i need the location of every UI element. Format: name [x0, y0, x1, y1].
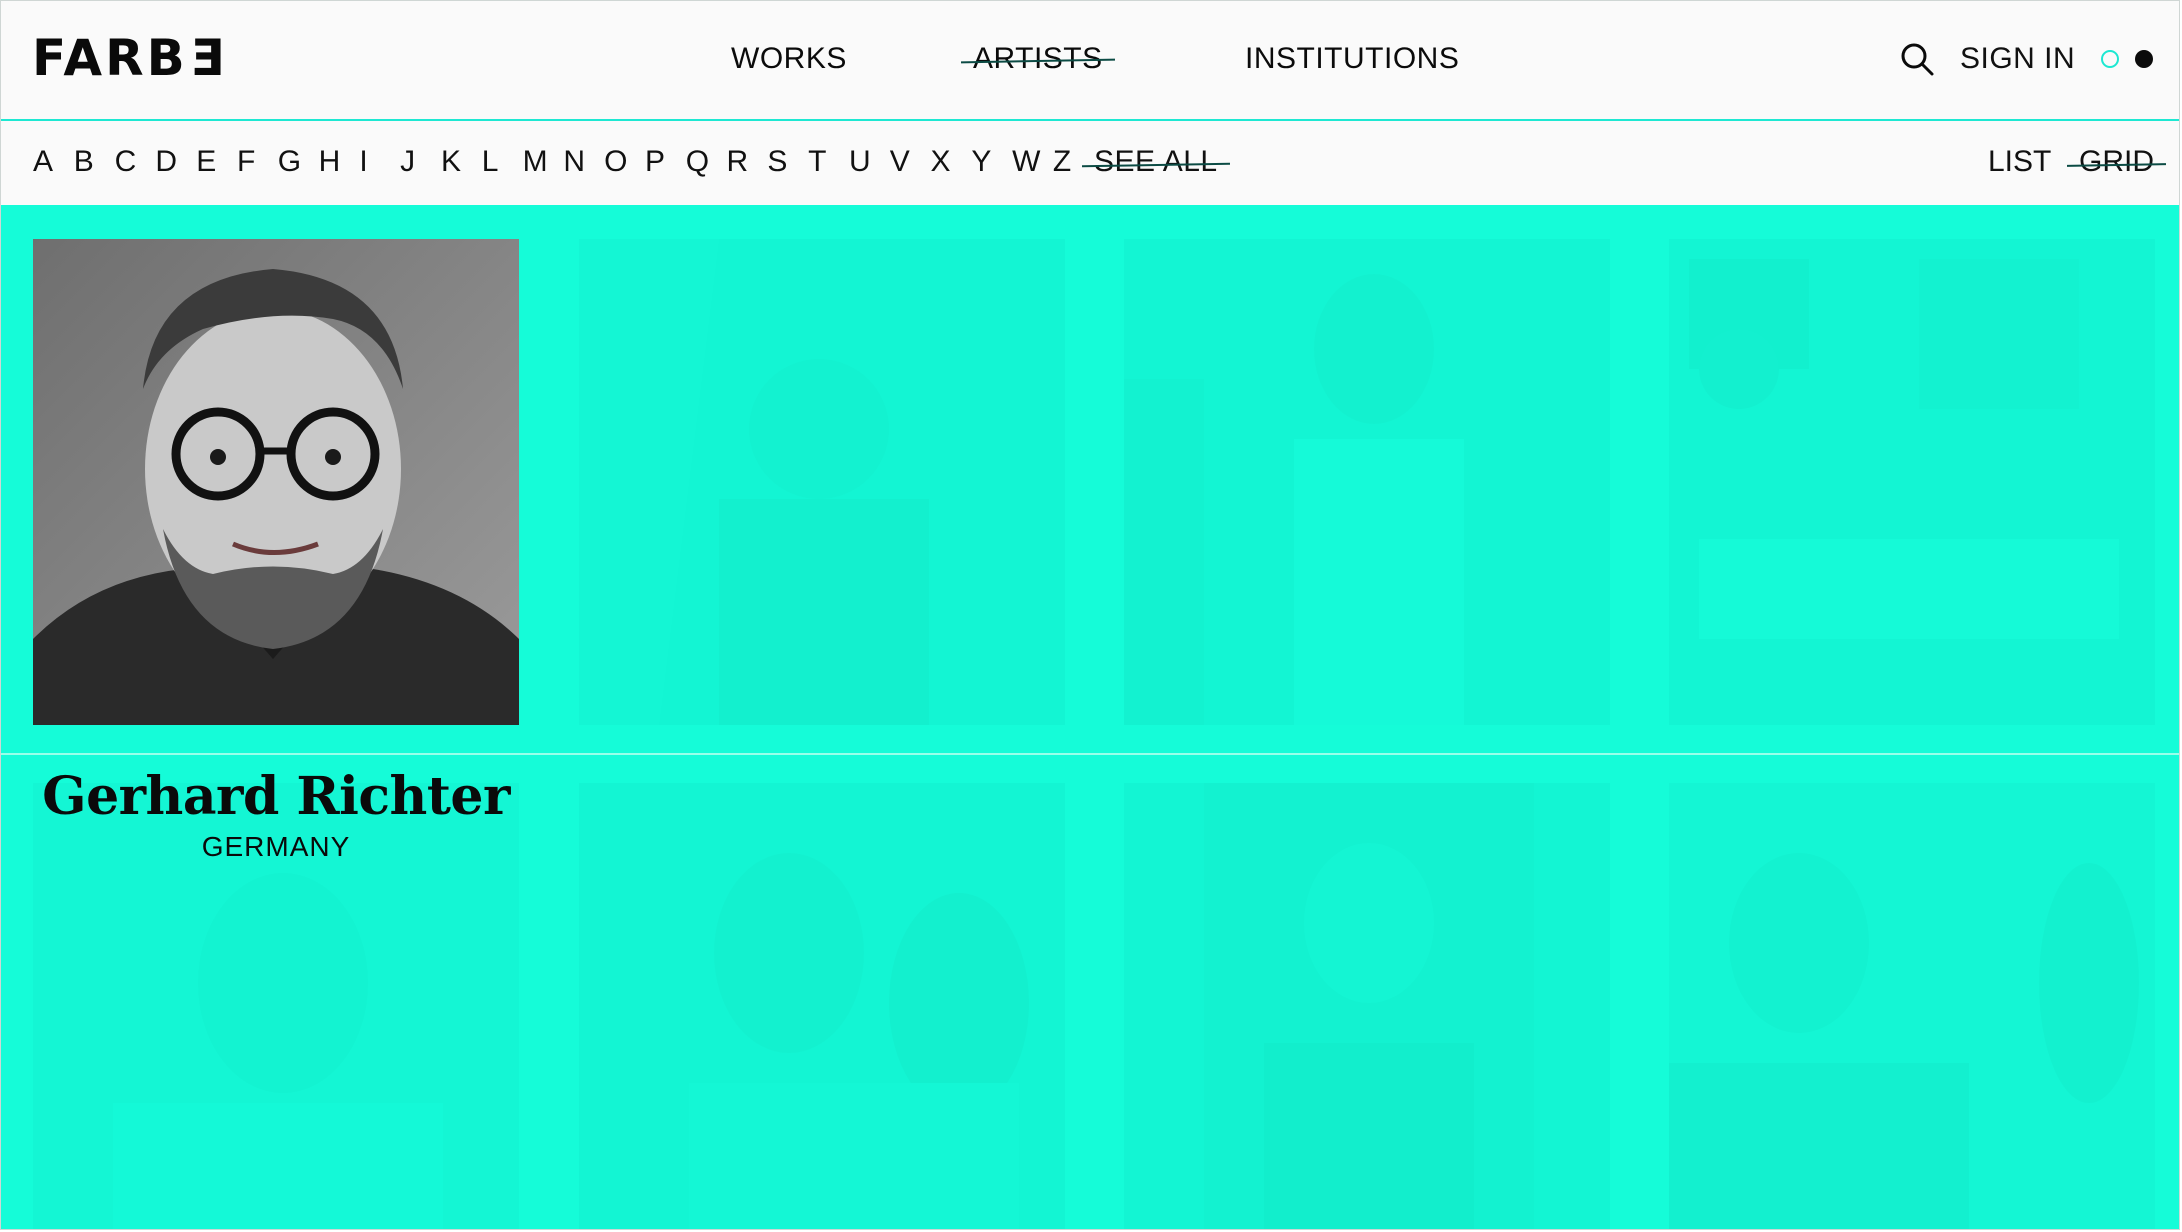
letter-filter-s[interactable]: S: [767, 143, 808, 181]
letter-filter-p[interactable]: P: [645, 143, 686, 181]
artist-country: GERMANY: [201, 831, 351, 862]
artist-card[interactable]: [1124, 783, 1610, 1229]
letter-filter-e[interactable]: E: [196, 143, 237, 181]
card-tint-overlay: [579, 783, 1065, 1229]
row-divider: [1, 753, 2179, 755]
letter-filter-y[interactable]: Y: [971, 143, 1012, 181]
grid-view-label: GRID: [2079, 143, 2154, 181]
letter-filter-g[interactable]: G: [278, 143, 319, 181]
alphabet-letters: ABCDEFGHIJKLMNOPQRSTUVXYWZ: [33, 143, 1094, 181]
card-tint-overlay: [1669, 239, 2155, 725]
artist-card[interactable]: [1669, 239, 2155, 725]
artist-portrait-photo: [33, 239, 519, 725]
card-tint-overlay: [1124, 783, 1610, 1229]
letter-filter-r[interactable]: R: [727, 143, 768, 181]
letter-filter-q[interactable]: Q: [686, 143, 727, 181]
artist-card[interactable]: [579, 783, 1065, 1229]
nav-works[interactable]: WORKS: [731, 41, 847, 77]
theme-toggle[interactable]: [2101, 50, 2163, 70]
see-all-label: SEE ALL: [1094, 143, 1218, 181]
card-tint-overlay: [1124, 239, 1610, 725]
letter-filter-x[interactable]: X: [931, 143, 972, 181]
artist-card-featured-photo[interactable]: [33, 239, 519, 725]
card-tint-overlay: [579, 239, 1065, 725]
farbe-logo[interactable]: FARBE: [32, 29, 225, 87]
list-view-toggle[interactable]: LIST: [1988, 143, 2051, 181]
logo-text: FARB: [32, 29, 188, 87]
artist-card[interactable]: [1124, 239, 1610, 725]
letter-filter-n[interactable]: N: [563, 143, 604, 181]
top-navigation-bar: FARBE WORKS ARTISTS INSTITUTIONS SIGN IN: [1, 1, 2179, 121]
alphabet-filter-bar: ABCDEFGHIJKLMNOPQRSTUVXYWZ SEE ALL LIST …: [1, 121, 2179, 205]
letter-filter-v[interactable]: V: [890, 143, 931, 181]
letter-filter-d[interactable]: D: [155, 143, 196, 181]
letter-filter-b[interactable]: B: [74, 143, 115, 181]
grid-view-toggle[interactable]: GRID: [2079, 143, 2154, 181]
see-all-link[interactable]: SEE ALL: [1094, 143, 1218, 181]
logo-reversed-letter: E: [187, 29, 225, 87]
artists-grid: Gerhard Richter GERMANY: [1, 205, 2179, 1229]
letter-filter-a[interactable]: A: [33, 143, 74, 181]
light-mode-dot-icon[interactable]: [2101, 50, 2119, 68]
letter-filter-z[interactable]: Z: [1053, 143, 1094, 181]
nav-artists[interactable]: ARTISTS: [973, 41, 1103, 77]
nav-institutions-label: INSTITUTIONS: [1245, 42, 1460, 75]
nav-artists-label: ARTISTS: [973, 42, 1103, 75]
letter-filter-o[interactable]: O: [604, 143, 645, 181]
artist-card[interactable]: [1669, 783, 2155, 1229]
letter-filter-f[interactable]: F: [237, 143, 278, 181]
sign-in-link[interactable]: SIGN IN: [1960, 41, 2075, 77]
featured-artist-caption: Gerhard Richter GERMANY: [33, 767, 519, 865]
letter-filter-j[interactable]: J: [400, 143, 441, 181]
dark-mode-dot-icon[interactable]: [2135, 50, 2153, 68]
letter-filter-h[interactable]: H: [319, 143, 360, 181]
letter-filter-u[interactable]: U: [849, 143, 890, 181]
nav-works-label: WORKS: [731, 42, 847, 75]
artist-card[interactable]: [579, 239, 1065, 725]
letter-filter-w[interactable]: W: [1012, 143, 1053, 181]
artist-name[interactable]: Gerhard Richter: [33, 767, 519, 827]
nav-institutions[interactable]: INSTITUTIONS: [1245, 41, 1459, 77]
letter-filter-i[interactable]: I: [359, 143, 400, 181]
letter-filter-l[interactable]: L: [482, 143, 523, 181]
letter-filter-m[interactable]: M: [523, 143, 564, 181]
letter-filter-c[interactable]: C: [115, 143, 156, 181]
search-icon[interactable]: [1899, 41, 1935, 77]
letter-filter-k[interactable]: K: [441, 143, 482, 181]
page-frame: FARBE WORKS ARTISTS INSTITUTIONS SIGN IN…: [0, 0, 2180, 1230]
card-tint-overlay: [1669, 783, 2155, 1229]
letter-filter-t[interactable]: T: [808, 143, 849, 181]
